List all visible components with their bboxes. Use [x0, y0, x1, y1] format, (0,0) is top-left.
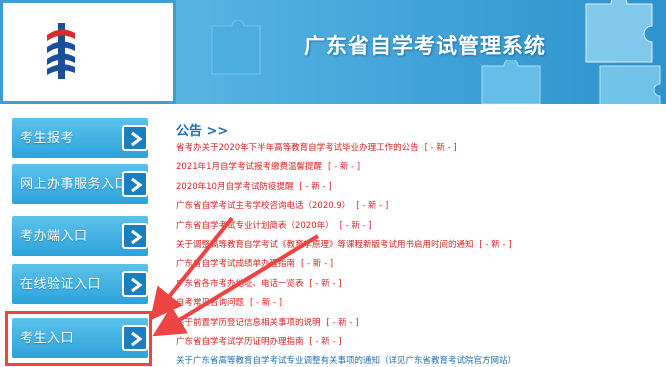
notice-link[interactable]: 自考常见咨询问题[ - 新 - ] [176, 294, 666, 313]
header: 广东省自学考试管理系统 [0, 0, 666, 104]
notice-link[interactable]: 广东省自学考试成绩单办理指南[ - 新 - ] [176, 255, 666, 274]
header-banner: 广东省自学考试管理系统 [176, 0, 666, 104]
sidebar-item-label: 考生报考 [20, 131, 75, 146]
notice-link[interactable]: 关于前置学历登记信息相关事项的说明[ - 新 - ] [176, 314, 666, 333]
new-badge: [ - 新 - ] [301, 259, 334, 270]
new-badge: [ - 新 - ] [356, 201, 389, 212]
chevron-right-icon [122, 125, 148, 151]
sidebar-item-register[interactable]: 考生报考 [12, 118, 148, 158]
page-title: 广东省自学考试管理系统 [304, 34, 546, 58]
new-badge: [ - 新 - ] [424, 143, 457, 153]
sidebar-item-label: 考生入口 [20, 331, 75, 346]
notice-link[interactable]: 省考办关于2020年下半年高等教育自学考试毕业办理工作的公告[ - 新 - ] [176, 139, 666, 158]
sidebar-item-label: 在线验证入口 [20, 277, 102, 292]
puzzle-decoration [211, 20, 261, 75]
sidebar-item-label: 考办端入口 [20, 229, 88, 244]
notice-link[interactable]: 关于广东省高等教育自学考试专业调整有关事项的通知（详见广东省教育考试院官方网站） [176, 352, 666, 367]
notice-link[interactable]: 关于调整高等教育自学考试《教育学原理》等课程新版考试用书启用时间的通知[ - 新… [176, 236, 666, 255]
notice-link[interactable]: 2020年10月自学考试防疫提醒[ - 新 - ] [176, 178, 666, 197]
sidebar-item-online-verify[interactable]: 在线验证入口 [12, 264, 148, 304]
puzzle-decoration [481, 60, 541, 104]
new-badge: [ - 新 - ] [250, 298, 283, 309]
chevron-right-icon [122, 271, 148, 297]
puzzle-decoration [599, 65, 661, 104]
chevron-right-icon [122, 325, 148, 351]
puzzle-decoration [585, 0, 653, 63]
notice-link[interactable]: 2021年1月自学考试报考缴费温馨提醒[ - 新 - ] [176, 158, 666, 177]
logo-panel [0, 0, 176, 104]
notice-section-title: 公告 >> [176, 124, 229, 139]
notice-list: 省考办关于2020年下半年高等教育自学考试毕业办理工作的公告[ - 新 - ] … [176, 139, 666, 367]
chevron-right-icon [122, 223, 148, 249]
notice-link[interactable]: 广东省各市考办地址、电话一览表[ - 新 - ] [176, 275, 666, 294]
sidebar-item-exam-office[interactable]: 考办端入口 [12, 216, 148, 256]
sidebar-item-online-service[interactable]: 网上办事服务入口 [12, 164, 148, 204]
sidebar: 考生报考 网上办事服务入口 考办端入口 在线验证入口 考生入口 [0, 104, 166, 367]
new-badge: [ - 新 - ] [479, 239, 512, 250]
new-badge: [ - 新 - ] [326, 317, 359, 328]
notice-link[interactable]: 广东省自学考试专业计划简表（2020年）[ - 新 - ] [176, 217, 666, 236]
notice-link[interactable]: 广东省自学考试学历证明办理指南[ - 新 - ] [176, 333, 666, 352]
sidebar-item-label: 网上办事服务入口 [20, 177, 129, 192]
chevron-right-icon [122, 171, 148, 197]
new-badge: [ - 新 - ] [299, 181, 332, 192]
notice-panel: 公告 >> 省考办关于2020年下半年高等教育自学考试毕业办理工作的公告[ - … [170, 104, 666, 367]
new-badge: [ - 新 - ] [328, 162, 361, 173]
new-badge: [ - 新 - ] [339, 220, 372, 231]
new-badge: [ - 新 - ] [309, 278, 342, 289]
notice-link[interactable]: 广东省自学考试主考学校咨询电话（2020.9）[ - 新 - ] [176, 197, 666, 216]
new-badge: [ - 新 - ] [309, 336, 342, 347]
exam-logo-icon [47, 23, 75, 79]
sidebar-item-candidate-login[interactable]: 考生入口 [12, 318, 148, 358]
